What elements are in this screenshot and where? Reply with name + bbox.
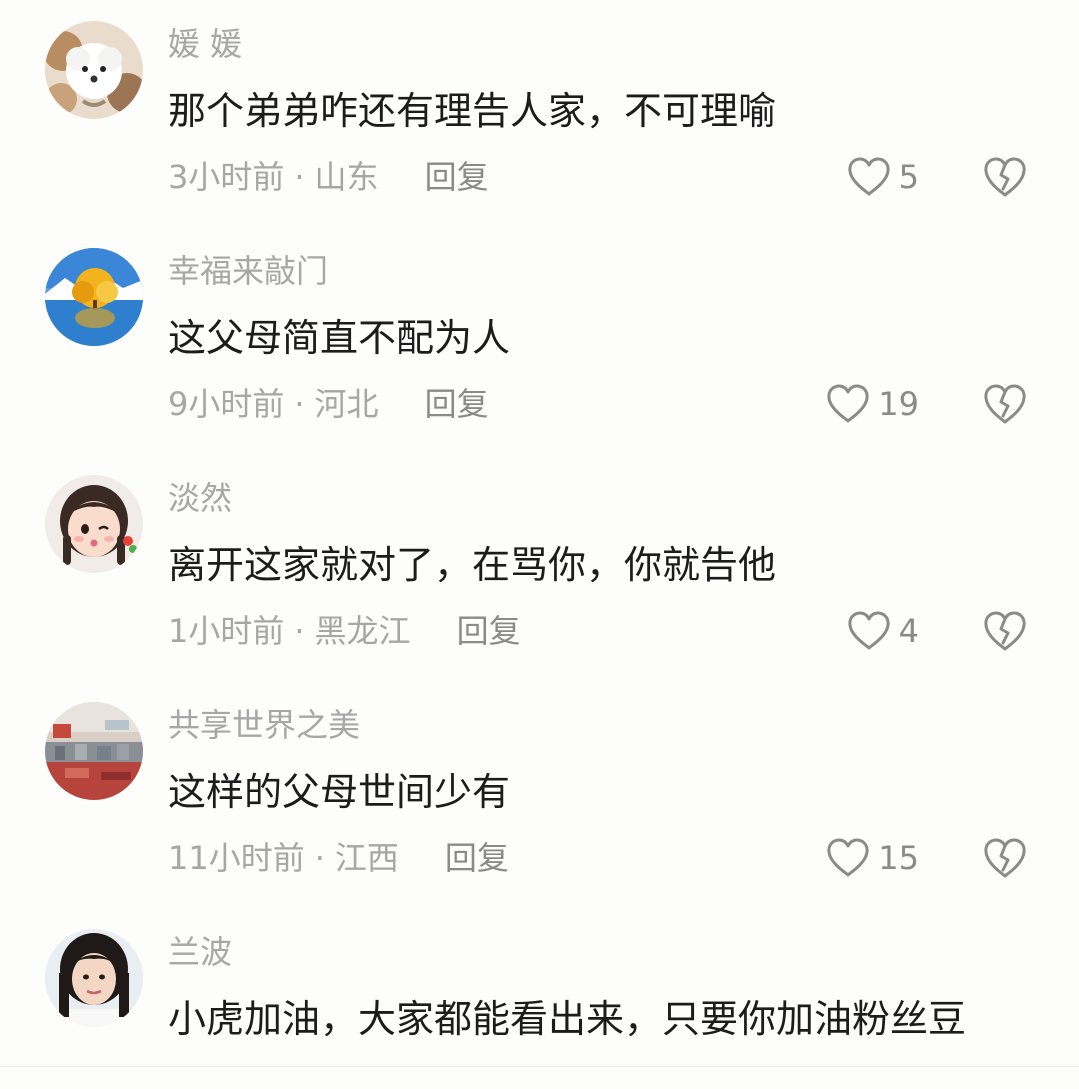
avatar[interactable]	[45, 475, 143, 573]
separator-dot: ·	[294, 158, 305, 196]
heart-outline-icon	[827, 384, 869, 423]
comment-text: 小虎加油，大家都能看出来，只要你加油粉丝豆	[168, 997, 967, 1041]
username[interactable]: 共享世界之美	[168, 705, 360, 745]
comment-meta: 9小时前 · 河北 回复	[168, 382, 489, 426]
timestamp: 9小时前	[168, 385, 285, 423]
comment-text: 这父母简直不配为人	[168, 316, 511, 360]
comment-text: 这样的父母世间少有	[168, 770, 511, 814]
dislike-button[interactable]	[982, 609, 1028, 653]
reply-button[interactable]: 回复	[445, 836, 509, 880]
dislike-button[interactable]	[982, 155, 1028, 199]
username[interactable]: 媛 媛	[168, 24, 242, 64]
like-count: 4	[898, 612, 919, 650]
comment-meta: 1小时前 · 黑龙江 回复	[168, 609, 521, 653]
like-count: 5	[898, 158, 919, 196]
comment-meta: 11小时前 · 江西 回复	[168, 836, 509, 880]
like-button[interactable]: 19	[826, 380, 919, 428]
avatar[interactable]	[45, 21, 143, 119]
reply-button[interactable]: 回复	[425, 155, 489, 199]
avatar[interactable]	[45, 702, 143, 800]
like-button[interactable]: 4	[847, 607, 919, 655]
location: 江西	[334, 839, 399, 877]
timestamp: 3小时前	[168, 158, 285, 196]
comment-text: 离开这家就对了，在骂你，你就告他	[168, 543, 777, 587]
separator-dot: ·	[294, 612, 305, 650]
like-count: 15	[878, 839, 919, 877]
dislike-button[interactable]	[982, 836, 1028, 880]
comment-meta: 3小时前 · 山东 回复	[168, 155, 489, 199]
reply-button[interactable]: 回复	[425, 382, 489, 426]
comment-item: 幸福来敲门 这父母简直不配为人 9小时前 · 河北 回复 19	[0, 227, 1079, 453]
separator-dot: ·	[314, 839, 325, 877]
heart-outline-icon	[827, 838, 869, 877]
comment-text: 那个弟弟咋还有理告人家，不可理喻	[168, 89, 777, 133]
username[interactable]: 淡然	[168, 478, 232, 518]
like-button[interactable]: 15	[826, 834, 919, 882]
like-button[interactable]: 5	[847, 153, 919, 201]
avatar[interactable]	[45, 929, 143, 1027]
broken-heart-icon	[984, 838, 1026, 878]
username[interactable]: 幸福来敲门	[168, 251, 328, 291]
username[interactable]: 兰波	[168, 932, 232, 972]
broken-heart-icon	[984, 611, 1026, 651]
bottom-divider	[0, 1066, 1079, 1067]
dislike-button[interactable]	[982, 382, 1028, 426]
like-count: 19	[878, 385, 919, 423]
broken-heart-icon	[984, 384, 1026, 424]
comment-item: 共享世界之美 这样的父母世间少有 11小时前 · 江西 回复 15	[0, 681, 1079, 907]
comment-item: 媛 媛 那个弟弟咋还有理告人家，不可理喻 3小时前 · 山东 回复 5	[0, 0, 1079, 226]
location: 山东	[314, 158, 379, 196]
timestamp: 11小时前	[168, 839, 305, 877]
heart-outline-icon	[848, 611, 890, 650]
broken-heart-icon	[984, 157, 1026, 197]
reply-button[interactable]: 回复	[457, 609, 521, 653]
avatar[interactable]	[45, 248, 143, 346]
comment-item: 兰波 小虎加油，大家都能看出来，只要你加油粉丝豆	[0, 908, 1079, 1066]
separator-dot: ·	[294, 385, 305, 423]
heart-outline-icon	[848, 157, 890, 196]
timestamp: 1小时前	[168, 612, 285, 650]
location: 黑龙江	[314, 612, 411, 650]
comment-item: 淡然 离开这家就对了，在骂你，你就告他 1小时前 · 黑龙江 回复 4	[0, 454, 1079, 680]
location: 河北	[314, 385, 379, 423]
